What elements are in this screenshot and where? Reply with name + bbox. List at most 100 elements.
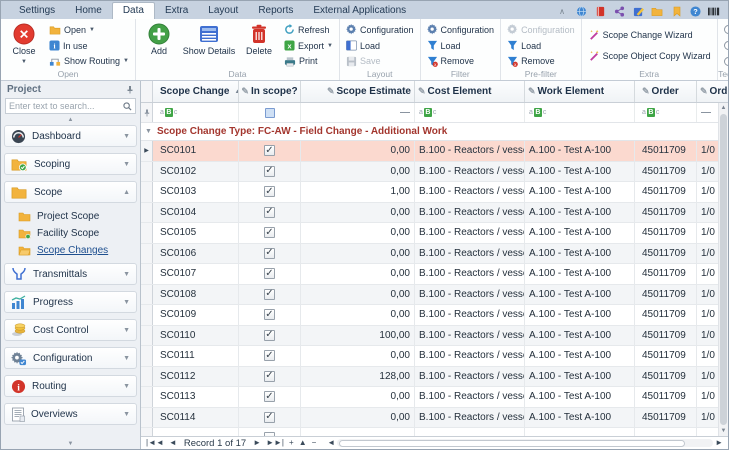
table-row[interactable]: SC0106 ✓ 0,00 B.100 - Reactors / vessel.… — [141, 244, 728, 265]
ready-radio[interactable]: Ready — [721, 39, 728, 53]
layout-save-button[interactable]: Save — [343, 54, 417, 68]
print-button[interactable]: Print — [281, 54, 336, 68]
sidebar-item-progress[interactable]: Progress ▼ — [4, 291, 137, 313]
cell-scope-estimate[interactable] — [301, 428, 415, 436]
cell-in-scope[interactable]: ✓ — [239, 162, 301, 182]
checkbox-icon[interactable]: ✓ — [264, 412, 275, 423]
cell-scope-change[interactable]: SC0102 — [153, 162, 239, 182]
scope-object-copy-wizard-button[interactable]: ✦✦ Scope Object Copy Wizard — [585, 49, 714, 63]
cell-scope-estimate[interactable]: 0,00 — [301, 408, 415, 428]
approved-radio[interactable]: Approved — [721, 54, 728, 68]
cell-cost-element[interactable]: B.100 - Reactors / vessel... — [415, 264, 525, 284]
cell-work-element[interactable]: A.100 - Test A-100 — [525, 264, 635, 284]
vertical-scrollbar[interactable]: ▲ ▼ — [718, 103, 728, 436]
cell-order[interactable]: 45011709 — [635, 203, 697, 223]
refresh-button[interactable]: Refresh — [281, 23, 336, 37]
barcode-icon[interactable] — [708, 5, 720, 17]
cell-order[interactable]: 45011709 — [635, 162, 697, 182]
cell-work-element[interactable]: A.100 - Test A-100 — [525, 367, 635, 387]
cell-work-element[interactable]: A.100 - Test A-100 — [525, 408, 635, 428]
filter-configuration-button[interactable]: Configuration — [424, 23, 498, 37]
checkbox-icon[interactable]: ✓ — [264, 350, 275, 361]
sidebar-item-dashboard[interactable]: Dashboard ▼ — [4, 125, 137, 147]
sidebar-item-scope[interactable]: Scope ▲ — [4, 181, 137, 203]
cell-order[interactable]: 45011709 — [635, 305, 697, 325]
collapse-group-icon[interactable]: ▼ — [145, 128, 152, 135]
cell-cost-element[interactable]: B.100 - Reactors / vessel... — [415, 223, 525, 243]
cell-in-scope[interactable]: ✓ — [239, 223, 301, 243]
folder-icon[interactable] — [651, 5, 663, 17]
cell-scope-estimate[interactable]: 0,00 — [301, 346, 415, 366]
cell-in-scope[interactable]: ✓ — [239, 141, 301, 161]
cell-in-scope[interactable]: ✓ — [239, 387, 301, 407]
tab-layout[interactable]: Layout — [198, 3, 248, 19]
cell-work-element[interactable]: A.100 - Test A-100 — [525, 203, 635, 223]
edit-icon[interactable] — [632, 5, 644, 17]
tab-home[interactable]: Home — [65, 3, 112, 19]
scrollbar-thumb[interactable] — [720, 114, 727, 425]
sidebar-item-facility-scope[interactable]: Facility Scope — [4, 226, 137, 241]
checkbox-icon[interactable]: ✓ — [264, 166, 275, 177]
tab-extra[interactable]: Extra — [155, 3, 198, 19]
cell-scope-estimate[interactable]: 0,00 — [301, 305, 415, 325]
checkbox-icon[interactable]: ✓ — [264, 330, 275, 341]
globe-icon[interactable] — [575, 5, 587, 17]
tab-settings[interactable]: Settings — [9, 3, 65, 19]
first-record-button[interactable]: |◄◄ — [146, 439, 164, 447]
book-icon[interactable] — [594, 5, 606, 17]
cell-order[interactable]: 45011709 — [635, 326, 697, 346]
tab-reports[interactable]: Reports — [248, 3, 303, 19]
cell-in-scope[interactable] — [239, 428, 301, 436]
cell-order[interactable]: 45011709 — [635, 264, 697, 284]
cell-scope-estimate[interactable]: 0,00 — [301, 264, 415, 284]
cell-cost-element[interactable]: B.100 - Reactors / vessel... — [415, 326, 525, 346]
filter-cost-element[interactable]: aBc — [415, 103, 525, 122]
cell-order[interactable]: 45011709 — [635, 346, 697, 366]
sidebar-item-configuration[interactable]: Configuration ▼ — [4, 347, 137, 369]
cell-cost-element[interactable]: B.100 - Reactors / vessel... — [415, 305, 525, 325]
cell-scope-estimate[interactable]: 0,00 — [301, 162, 415, 182]
add-record-button[interactable]: + — [289, 439, 294, 447]
help-icon[interactable]: ? — [689, 5, 701, 17]
prefilter-load-button[interactable]: Load — [504, 39, 578, 53]
scrollbar-track[interactable] — [337, 439, 713, 447]
table-row[interactable]: SC0104 ✓ 0,00 B.100 - Reactors / vessel.… — [141, 203, 728, 224]
next-record-button[interactable]: ► — [253, 439, 261, 447]
cell-in-scope[interactable]: ✓ — [239, 182, 301, 202]
table-row[interactable]: SC0103 ✓ 1,00 B.100 - Reactors / vessel.… — [141, 182, 728, 203]
scroll-down-icon[interactable]: ▼ — [719, 426, 728, 436]
cell-cost-element[interactable]: B.100 - Reactors / vessel... — [415, 387, 525, 407]
cell-order[interactable]: 45011709 — [635, 285, 697, 305]
cell-cost-element[interactable]: B.100 - Reactors / vessel... — [415, 408, 525, 428]
layout-load-button[interactable]: Load — [343, 39, 417, 53]
scroll-up-icon[interactable]: ▲ — [719, 103, 728, 113]
cell-scope-change[interactable]: SC0114 — [153, 408, 239, 428]
checkbox-icon[interactable]: ✓ — [264, 186, 275, 197]
table-row[interactable]: SC0105 ✓ 0,00 B.100 - Reactors / vessel.… — [141, 223, 728, 244]
cell-scope-change[interactable]: SC0109 — [153, 305, 239, 325]
cell-scope-estimate[interactable]: 0,00 — [301, 203, 415, 223]
column-header-work-element[interactable]: ✎ Work Element — [525, 81, 635, 102]
cell-scope-estimate[interactable]: 0,00 — [301, 387, 415, 407]
table-row-partial[interactable] — [141, 428, 728, 436]
column-header-order-2[interactable]: ✎ Ord — [697, 81, 728, 102]
cell-order[interactable] — [635, 428, 697, 436]
cell-order[interactable]: 45011709 — [635, 182, 697, 202]
cell-work-element[interactable]: A.100 - Test A-100 — [525, 285, 635, 305]
grid-group-row[interactable]: ▼ Scope Change Type: FC-AW - Field Chang… — [141, 123, 728, 141]
checkbox-icon[interactable]: ✓ — [264, 391, 275, 402]
layout-configuration-button[interactable]: Configuration — [343, 23, 417, 37]
cell-cost-element[interactable]: B.100 - Reactors / vessel... — [415, 346, 525, 366]
search-input[interactable] — [9, 101, 123, 111]
edit-record-button[interactable]: ▲ — [299, 439, 307, 447]
delete-button[interactable]: Delete — [239, 21, 279, 68]
checkbox-icon[interactable]: ✓ — [264, 248, 275, 259]
sidebar-item-project-scope[interactable]: Project Scope — [4, 209, 137, 224]
tab-external-applications[interactable]: External Applications — [303, 3, 416, 19]
cell-cost-element[interactable]: B.100 - Reactors / vessel... — [415, 367, 525, 387]
filter-scope-change[interactable]: aBc — [153, 103, 239, 122]
cell-cost-element[interactable] — [415, 428, 525, 436]
cell-scope-change[interactable]: SC0106 — [153, 244, 239, 264]
column-header-order[interactable]: ✎ Order — [635, 81, 697, 102]
column-header-scope-change[interactable]: Scope Change ▲ — [153, 81, 239, 102]
